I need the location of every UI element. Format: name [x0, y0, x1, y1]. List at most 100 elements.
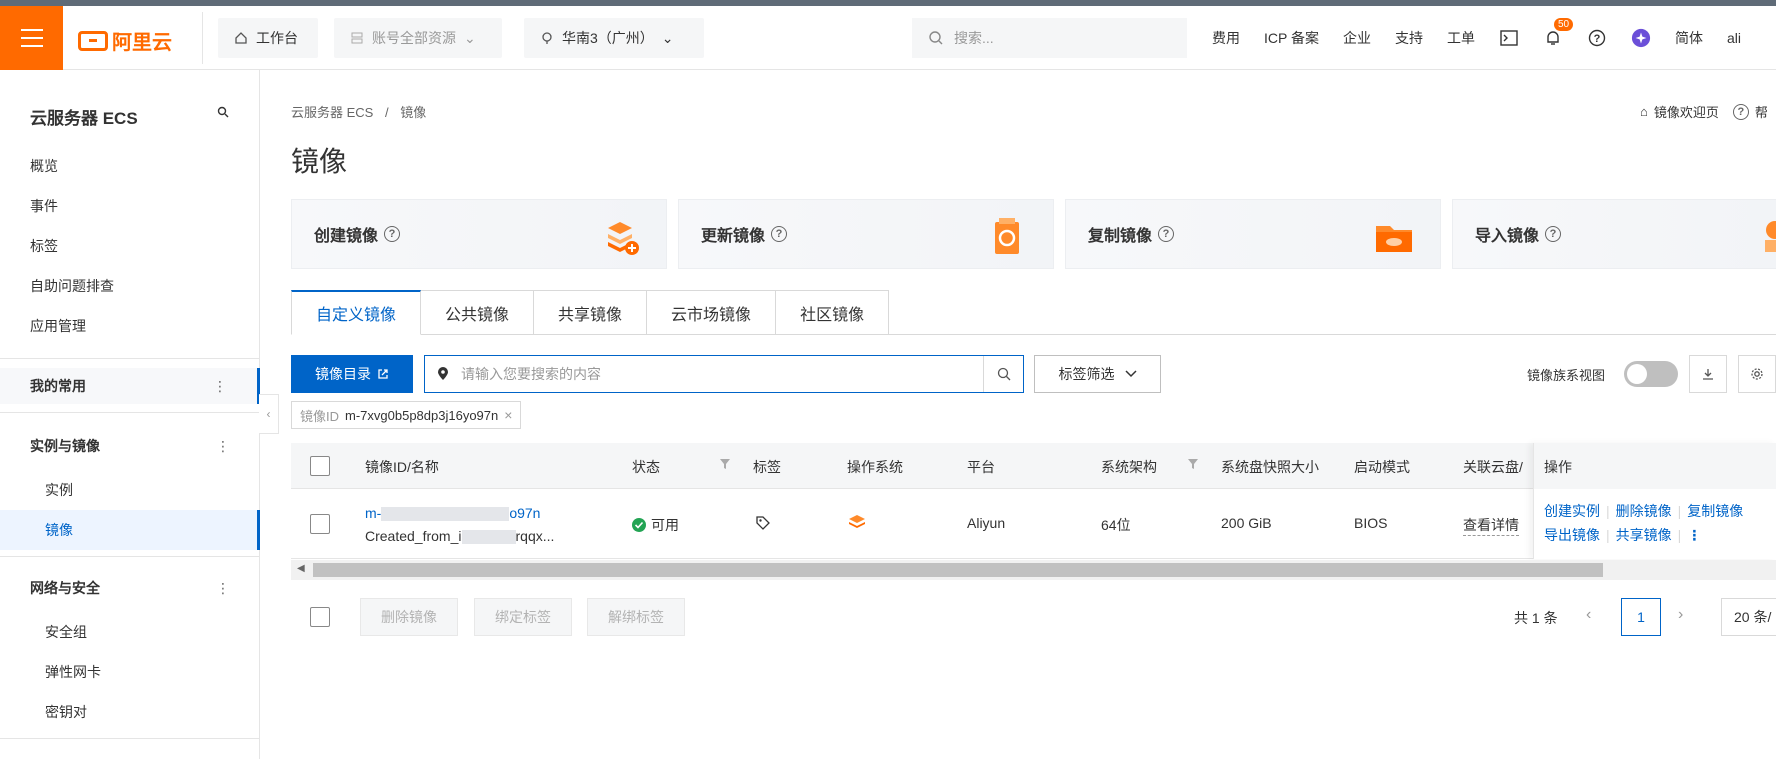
user-account[interactable]: ali: [1727, 30, 1741, 46]
help-icon[interactable]: ?: [1545, 226, 1562, 242]
help-icon[interactable]: ?: [1587, 28, 1607, 48]
settings-button[interactable]: [1738, 355, 1776, 393]
sidebar-group-network-label: 网络与安全: [30, 580, 100, 596]
tab-marketplace-image[interactable]: 云市场镜像: [647, 290, 777, 335]
more-icon[interactable]: ⋮: [216, 438, 230, 455]
col-platform: 平台: [967, 459, 995, 475]
prev-page-icon[interactable]: ‹: [1586, 606, 1591, 624]
link-support[interactable]: 支持: [1395, 28, 1423, 48]
image-id-link[interactable]: m-o97n: [365, 505, 540, 522]
tab-custom-image[interactable]: 自定义镜像: [291, 290, 422, 335]
operations-column: 操作 创建实例 | 删除镜像 | 复制镜像 导出镜像 | 共享镜像 | ⋮: [1533, 443, 1776, 559]
language-switch[interactable]: 简体: [1675, 28, 1703, 48]
chevron-down-icon: ⌄: [464, 29, 476, 46]
page-size-select[interactable]: 20 条/: [1721, 598, 1776, 636]
sidebar-item-instance[interactable]: 实例: [45, 480, 73, 500]
resource-selector[interactable]: 账号全部资源 ⌄: [334, 18, 502, 58]
copy-image-link[interactable]: 复制镜像: [1687, 503, 1743, 519]
external-link-icon: [378, 369, 388, 379]
scrollbar-thumb[interactable]: [313, 563, 1603, 577]
terminal-icon[interactable]: [1499, 28, 1519, 48]
status-text: 可用: [651, 517, 679, 533]
tag-filter-dropdown[interactable]: 标签筛选: [1034, 355, 1161, 393]
bell-icon[interactable]: 50: [1543, 18, 1574, 48]
more-icon[interactable]: ⋮: [213, 378, 227, 395]
sidebar-item-events[interactable]: 事件: [30, 196, 58, 216]
sidebar-item-overview[interactable]: 概览: [30, 156, 58, 176]
sidebar-collapse-button[interactable]: ‹: [259, 394, 279, 434]
create-instance-link[interactable]: 创建实例: [1544, 503, 1600, 519]
import-image-card[interactable]: 导入镜像 ?: [1452, 199, 1776, 269]
global-search-input[interactable]: 搜索...: [912, 18, 1187, 58]
help-icon[interactable]: ?: [1158, 226, 1175, 242]
update-image-card[interactable]: 更新镜像 ?: [678, 199, 1054, 269]
link-billing[interactable]: 费用: [1212, 28, 1240, 48]
sidebar-group-network[interactable]: 网络与安全 ⋮: [0, 570, 260, 606]
aliyun-logo[interactable]: 阿里云: [78, 26, 172, 55]
scroll-left-icon[interactable]: ◀: [297, 563, 305, 574]
tab-shared-image[interactable]: 共享镜像: [534, 290, 648, 335]
sidebar-item-security-group[interactable]: 安全组: [45, 622, 87, 642]
search-icon[interactable]: [217, 106, 229, 118]
filter-icon[interactable]: [720, 459, 730, 469]
view-details-link[interactable]: 查看详情: [1463, 515, 1519, 536]
aliyun-logo-icon: [78, 30, 108, 51]
workbench-button[interactable]: 工作台: [218, 18, 318, 58]
search-button[interactable]: [983, 356, 1023, 392]
image-catalog-button[interactable]: 镜像目录: [291, 355, 413, 393]
help-icon[interactable]: ?: [771, 226, 788, 242]
welcome-link[interactable]: ⌂ 镜像欢迎页 ? 帮: [1640, 102, 1768, 121]
sidebar-item-troubleshoot[interactable]: 自助问题排查: [30, 276, 114, 296]
more-icon[interactable]: ⋮: [216, 580, 230, 597]
export-image-link[interactable]: 导出镜像: [1544, 527, 1600, 543]
image-search-input[interactable]: [461, 356, 983, 392]
sidebar-group-favorites[interactable]: 我的常用 ⋮: [0, 368, 260, 404]
ai-assistant-icon[interactable]: [1631, 28, 1651, 48]
sidebar-item-app-management[interactable]: 应用管理: [30, 316, 86, 336]
horizontal-scrollbar[interactable]: ◀: [291, 560, 1776, 580]
copy-image-card[interactable]: 复制镜像 ?: [1065, 199, 1441, 269]
tab-community-image[interactable]: 社区镜像: [776, 290, 890, 335]
sidebar-item-image-active[interactable]: [0, 510, 260, 550]
download-button[interactable]: [1689, 355, 1727, 393]
breadcrumb-root[interactable]: 云服务器 ECS: [291, 105, 373, 120]
link-icp[interactable]: ICP 备案: [1264, 28, 1319, 48]
help-link[interactable]: 帮: [1755, 102, 1768, 121]
menu-button[interactable]: [0, 6, 63, 70]
page-1-button[interactable]: 1: [1621, 598, 1661, 636]
link-ticket[interactable]: 工单: [1447, 28, 1475, 48]
update-image-label: 更新镜像: [701, 228, 766, 245]
close-icon[interactable]: ×: [504, 407, 512, 423]
tabs-divider: [883, 334, 1776, 335]
bulk-delete-button[interactable]: 删除镜像: [360, 598, 458, 636]
image-search-field[interactable]: [424, 355, 1024, 393]
sidebar-item-tags[interactable]: 标签: [30, 236, 58, 256]
sidebar-group-instances[interactable]: 实例与镜像 ⋮: [0, 428, 260, 464]
active-filter-chip[interactable]: 镜像ID m-7xvg0b5p8dp3j16yo97n ×: [291, 401, 522, 429]
filter-icon[interactable]: [1188, 459, 1198, 469]
help-icon[interactable]: ?: [384, 226, 401, 242]
tab-public-image[interactable]: 公共镜像: [421, 290, 535, 335]
create-image-card[interactable]: 创建镜像 ?: [291, 199, 667, 269]
sidebar-item-keypair[interactable]: 密钥对: [45, 702, 87, 722]
share-image-link[interactable]: 共享镜像: [1616, 527, 1672, 543]
gear-icon: [1751, 368, 1763, 380]
region-selector[interactable]: 华南3（广州） ⌄: [524, 18, 704, 58]
top-links: 费用 ICP 备案 企业 支持 工单 50 ? 简体 ali: [1212, 6, 1741, 70]
tag-icon[interactable]: [755, 515, 771, 531]
unbind-tag-button[interactable]: 解绑标签: [587, 598, 685, 636]
footer-select-all-checkbox[interactable]: [310, 607, 330, 627]
sidebar-item-image[interactable]: 镜像: [45, 520, 73, 540]
delete-image-link[interactable]: 删除镜像: [1616, 503, 1672, 519]
status-badge: 可用: [632, 515, 679, 535]
family-view-toggle[interactable]: [1624, 361, 1678, 387]
divider: [202, 12, 203, 64]
link-enterprise[interactable]: 企业: [1343, 28, 1371, 48]
resource-selector-label: 账号全部资源: [372, 30, 456, 46]
select-all-checkbox[interactable]: [310, 456, 330, 476]
row-checkbox[interactable]: [310, 514, 330, 534]
sidebar-item-eni[interactable]: 弹性网卡: [45, 662, 101, 682]
more-icon[interactable]: ⋮: [1687, 527, 1701, 543]
next-page-icon[interactable]: ›: [1678, 606, 1683, 624]
bind-tag-button[interactable]: 绑定标签: [474, 598, 572, 636]
